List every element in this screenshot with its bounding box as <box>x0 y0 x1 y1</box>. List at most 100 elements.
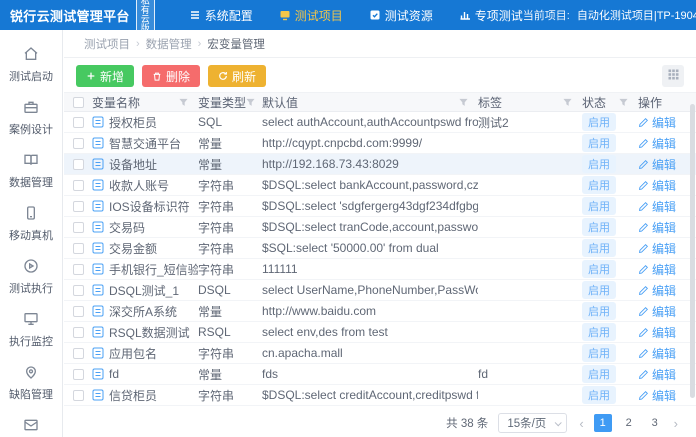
nav-item-test-resource[interactable]: 测试资源 <box>369 7 433 24</box>
refresh-button[interactable]: 刷新 <box>208 65 266 87</box>
sidebar-item-test-report[interactable]: 测试报告 <box>0 412 62 437</box>
status-badge[interactable]: 启用 <box>582 197 616 215</box>
edit-button[interactable]: 编辑 <box>638 282 676 299</box>
table-row[interactable]: 手机银行_短信验证码 字符串 111111 启用 编辑 <box>64 259 696 280</box>
status-badge[interactable]: 启用 <box>582 260 616 278</box>
filter-icon[interactable] <box>563 98 572 107</box>
select-all-checkbox[interactable] <box>73 97 84 108</box>
status-badge[interactable]: 启用 <box>582 113 616 131</box>
current-project-name[interactable]: 自动化测试项目|TP-1904- <box>577 7 696 23</box>
variable-type: 字符串 <box>198 345 262 362</box>
nav-item-test-project[interactable]: 测试项目 <box>279 7 343 24</box>
edit-button[interactable]: 编辑 <box>638 114 676 131</box>
breadcrumb-test-project[interactable]: 测试项目 <box>84 36 130 52</box>
page-number-button[interactable]: 3 <box>646 414 664 432</box>
table-row[interactable]: 收款人账号 字符串 $DSQL:select bankAccount,passw… <box>64 175 696 196</box>
table-row[interactable]: 智慧交通平台 常量 http://cqypt.cnpcbd.com:9999/ … <box>64 133 696 154</box>
table-header-row: 变量名称 变量类型 默认值 标签 状态 <box>64 92 696 112</box>
sidebar-item-data-management[interactable]: 数据管理 <box>0 147 62 195</box>
delete-button[interactable]: 删除 <box>142 65 200 87</box>
row-checkbox[interactable] <box>73 369 84 380</box>
row-checkbox[interactable] <box>73 117 84 128</box>
status-badge[interactable]: 启用 <box>582 239 616 257</box>
filter-icon[interactable] <box>459 98 468 107</box>
row-checkbox[interactable] <box>73 222 84 233</box>
page-size-select[interactable]: 15条/页 <box>498 413 567 433</box>
edit-button[interactable]: 编辑 <box>638 324 676 341</box>
edit-button[interactable]: 编辑 <box>638 198 676 215</box>
next-page-button[interactable]: › <box>672 416 680 431</box>
row-checkbox[interactable] <box>73 348 84 359</box>
edit-button[interactable]: 编辑 <box>638 303 676 320</box>
nav-item-special-test[interactable]: 专项测试 <box>459 7 523 24</box>
row-checkbox[interactable] <box>73 243 84 254</box>
column-settings-button[interactable] <box>662 65 684 87</box>
sidebar-item-label: 执行监控 <box>9 333 53 349</box>
sidebar-item-label: 移动真机 <box>9 227 53 243</box>
edit-button[interactable]: 编辑 <box>638 345 676 362</box>
status-badge[interactable]: 启用 <box>582 302 616 320</box>
filter-icon[interactable] <box>179 98 188 107</box>
row-checkbox[interactable] <box>73 201 84 212</box>
table-row[interactable]: 信贷柜员 字符串 $DSQL:select creditAccount,cred… <box>64 385 696 406</box>
status-badge[interactable]: 启用 <box>582 218 616 236</box>
row-checkbox[interactable] <box>73 180 84 191</box>
sidebar-item-execution-monitor[interactable]: 执行监控 <box>0 306 62 354</box>
edit-button[interactable]: 编辑 <box>638 135 676 152</box>
table-row[interactable]: DSQL测试_1 DSQL select UserName,PhoneNumbe… <box>64 280 696 301</box>
status-badge[interactable]: 启用 <box>582 134 616 152</box>
status-badge[interactable]: 启用 <box>582 344 616 362</box>
page-number-button[interactable]: 1 <box>594 414 612 432</box>
sidebar-item-test-launch[interactable]: 测试启动 <box>0 41 62 89</box>
filter-icon[interactable] <box>619 98 628 107</box>
page-number-button[interactable]: 2 <box>620 414 638 432</box>
variable-type: 常量 <box>198 156 262 173</box>
edit-button[interactable]: 编辑 <box>638 156 676 173</box>
sidebar-item-case-design[interactable]: 案例设计 <box>0 94 62 142</box>
edit-button[interactable]: 编辑 <box>638 240 676 257</box>
status-badge[interactable]: 启用 <box>582 155 616 173</box>
table-row[interactable]: IOS设备标识符 字符串 $DSQL:select 'sdgfergerg43d… <box>64 196 696 217</box>
row-checkbox[interactable] <box>73 285 84 296</box>
row-checkbox[interactable] <box>73 159 84 170</box>
table-row[interactable]: RSQL数据测试 RSQL select env,des from test 启… <box>64 322 696 343</box>
row-checkbox[interactable] <box>73 306 84 317</box>
status-badge[interactable]: 启用 <box>582 323 616 341</box>
row-checkbox[interactable] <box>73 264 84 275</box>
vertical-scrollbar[interactable] <box>690 104 695 398</box>
edit-button[interactable]: 编辑 <box>638 177 676 194</box>
breadcrumb-data-management[interactable]: 数据管理 <box>146 36 192 52</box>
filter-icon[interactable] <box>246 98 255 107</box>
edit-button[interactable]: 编辑 <box>638 219 676 236</box>
nav-item-system-config[interactable]: 系统配置 <box>189 7 253 24</box>
table-row[interactable]: 应用包名 字符串 cn.apacha.mall 启用 编辑 <box>64 343 696 364</box>
table-row[interactable]: 交易码 字符串 $DSQL:select tranCode,account,pa… <box>64 217 696 238</box>
sidebar-item-defect-management[interactable]: 缺陷管理 <box>0 359 62 407</box>
table-row[interactable]: fd 常量 fds fd 启用 编辑 <box>64 364 696 385</box>
status-badge[interactable]: 启用 <box>582 281 616 299</box>
edit-button[interactable]: 编辑 <box>638 366 676 383</box>
table-row[interactable]: 交易金额 字符串 $SQL:select '50000.00' from dua… <box>64 238 696 259</box>
edit-button-label: 编辑 <box>652 282 676 299</box>
edit-button[interactable]: 编辑 <box>638 387 676 404</box>
table-row[interactable]: 授权柜员 SQL select authAccount,authAccountp… <box>64 112 696 133</box>
sidebar-item-mobile-device[interactable]: 移动真机 <box>0 200 62 248</box>
status-badge[interactable]: 启用 <box>582 386 616 404</box>
default-value: http://cqypt.cnpcbd.com:9999/ <box>262 136 478 150</box>
variable-type: 字符串 <box>198 198 262 215</box>
pagination: 共 38 条 15条/页 ‹ 123 › <box>64 413 696 433</box>
edit-button-label: 编辑 <box>652 261 676 278</box>
variable-type: 常量 <box>198 303 262 320</box>
edit-button[interactable]: 编辑 <box>638 261 676 278</box>
prev-page-button[interactable]: ‹ <box>577 416 585 431</box>
table-row[interactable]: 设备地址 常量 http://192.168.73.43:8029 启用 编辑 <box>64 154 696 175</box>
row-checkbox[interactable] <box>73 138 84 149</box>
sidebar-item-test-execution[interactable]: 测试执行 <box>0 253 62 301</box>
status-badge[interactable]: 启用 <box>582 365 616 383</box>
add-button[interactable]: 新增 <box>76 65 134 87</box>
status-badge[interactable]: 启用 <box>582 176 616 194</box>
table-row[interactable]: 深交所A系统 常量 http://www.baidu.com 启用 编辑 <box>64 301 696 322</box>
row-checkbox[interactable] <box>73 327 84 338</box>
default-value: $DSQL:select 'sdgfergerg43dgf234dfgbgfb'… <box>262 199 478 213</box>
row-checkbox[interactable] <box>73 390 84 401</box>
